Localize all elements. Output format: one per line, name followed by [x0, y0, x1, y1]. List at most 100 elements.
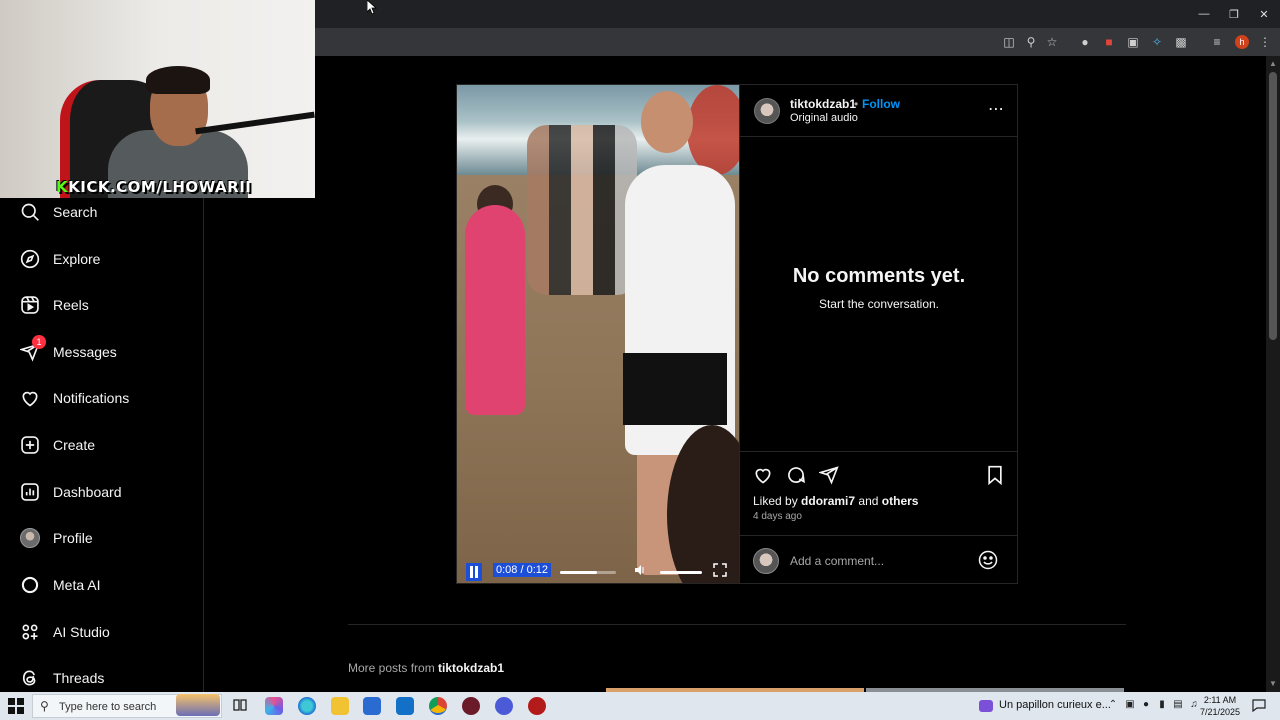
video-time: 0:08 / 0:12: [493, 563, 551, 577]
sidebar-item-label: Create: [53, 437, 96, 453]
streamer-hair: [146, 66, 210, 94]
bookmark-star-icon[interactable]: ☆: [1044, 34, 1060, 50]
taskbar-search-placeholder: Type here to search: [59, 701, 157, 713]
taskbar-notification-text[interactable]: Un papillon curieux e...: [999, 699, 1111, 711]
post-modal: 0:08 / 0:12 tiktokdzab1 • Follow Origina…: [456, 84, 1018, 584]
reading-list-icon[interactable]: ≡: [1209, 34, 1225, 50]
video-progress-bar[interactable]: [560, 571, 616, 574]
author-username[interactable]: tiktokdzab1: [790, 97, 856, 111]
video-controls: 0:08 / 0:12: [457, 557, 739, 583]
more-options-icon[interactable]: ⋯: [986, 99, 1006, 119]
microsoft-store-icon[interactable]: [363, 697, 381, 715]
video-person: [465, 205, 525, 415]
share-icon[interactable]: [818, 464, 840, 486]
volume-icon[interactable]: [633, 563, 647, 577]
restore-icon[interactable]: ❐: [1218, 0, 1250, 28]
instagram-sidebar: Search Explore Reels 1 Messages Notifica…: [0, 198, 204, 692]
app-icon[interactable]: [495, 697, 513, 715]
sidebar-item-notifications[interactable]: Notifications: [0, 378, 204, 418]
file-explorer-icon[interactable]: [331, 697, 349, 715]
streamer-webcam: KKICK.COM/LHOWARII: [0, 0, 315, 198]
liked-by-and: and: [858, 494, 879, 508]
notification-center-icon[interactable]: [1252, 698, 1266, 713]
browser-profile-avatar[interactable]: h: [1235, 35, 1249, 49]
original-audio-link[interactable]: Original audio: [790, 112, 858, 124]
sidebar-item-reels[interactable]: Reels: [0, 285, 204, 325]
network-icon[interactable]: ▤: [1172, 699, 1184, 711]
kick-k-letter: K: [56, 178, 69, 196]
more-posts-prefix: More posts from: [348, 661, 435, 675]
weather-widget-icon[interactable]: [176, 694, 220, 716]
liked-by-others[interactable]: others: [882, 494, 919, 508]
zoom-icon[interactable]: ⚲: [1023, 34, 1039, 50]
app-icon[interactable]: [462, 697, 480, 715]
save-bookmark-icon[interactable]: [984, 464, 1006, 486]
browser-menu-icon[interactable]: ⋮: [1257, 34, 1273, 50]
tray-icon[interactable]: ▣: [1124, 699, 1136, 711]
tray-icon[interactable]: ●: [1140, 699, 1152, 711]
app-icon[interactable]: [528, 697, 546, 715]
sidebar-item-dashboard[interactable]: Dashboard: [0, 472, 204, 512]
close-icon[interactable]: ✕: [1248, 0, 1280, 28]
section-divider: [348, 624, 1126, 625]
minimize-icon[interactable]: —: [1188, 0, 1220, 28]
profile-avatar: [20, 528, 40, 548]
sidebar-item-search[interactable]: Search: [0, 192, 204, 232]
windows-start-icon[interactable]: [8, 698, 24, 714]
extension-translate-icon[interactable]: ✧: [1149, 34, 1165, 50]
follow-button[interactable]: Follow: [862, 97, 900, 111]
chevron-up-icon[interactable]: ⌃: [1107, 699, 1119, 711]
sidebar-item-label: Messages: [53, 344, 117, 360]
adblock-icon[interactable]: ■: [1101, 34, 1117, 50]
post-timestamp: 4 days ago: [753, 511, 802, 522]
emoji-icon[interactable]: [978, 550, 998, 570]
video-surfboard: [687, 85, 739, 175]
volume-slider[interactable]: [660, 571, 702, 574]
author-avatar[interactable]: [754, 98, 780, 124]
sidebar-item-profile[interactable]: Profile: [0, 518, 204, 558]
pause-icon[interactable]: [466, 563, 482, 581]
taskbar-date[interactable]: 7/21/2025: [1200, 707, 1240, 717]
install-app-icon[interactable]: ◫: [1001, 34, 1017, 50]
sidebar-item-create[interactable]: Create: [0, 425, 204, 465]
fullscreen-icon[interactable]: [712, 562, 728, 578]
comment-input[interactable]: [790, 549, 970, 573]
taskbar-clock[interactable]: 2:11 AM: [1200, 695, 1240, 705]
windows-taskbar: ⚲ Type here to search Un papillon curieu…: [0, 692, 1280, 720]
threads-icon: [20, 668, 40, 688]
sidebar-item-meta-ai[interactable]: Meta AI: [0, 565, 204, 605]
sidebar-item-label: Meta AI: [53, 577, 101, 593]
like-heart-icon[interactable]: [752, 464, 774, 486]
sidebar-item-label: Profile: [53, 530, 93, 546]
sidebar-item-label: Threads: [53, 670, 105, 686]
video-crowd: [527, 125, 637, 295]
scroll-down-icon[interactable]: ▼: [1269, 680, 1277, 688]
sidebar-item-explore[interactable]: Explore: [0, 239, 204, 279]
search-icon: ⚲: [40, 699, 49, 713]
heart-icon: [20, 388, 40, 408]
edge-browser-icon[interactable]: [298, 697, 316, 715]
task-view-icon[interactable]: [232, 697, 250, 715]
extension-icon[interactable]: ▣: [1125, 34, 1141, 50]
sidebar-item-label: Explore: [53, 251, 101, 267]
comment-icon[interactable]: [785, 464, 807, 486]
sidebar-item-ai-studio[interactable]: AI Studio: [0, 612, 204, 652]
microphone-icon[interactable]: ▮: [1156, 699, 1168, 711]
copilot-icon[interactable]: [265, 697, 283, 715]
notification-app-icon: [979, 700, 993, 712]
extension-glasses-icon[interactable]: ●: [1077, 34, 1093, 50]
mouse-cursor-icon: [366, 0, 378, 15]
post-video[interactable]: 0:08 / 0:12: [457, 85, 739, 583]
chrome-icon[interactable]: [429, 697, 447, 715]
speaker-icon[interactable]: ♫: [1188, 699, 1200, 711]
puzzle-icon[interactable]: ▩: [1173, 34, 1189, 50]
scroll-up-icon[interactable]: ▲: [1269, 60, 1277, 68]
liked-by-user[interactable]: ddorami7: [801, 494, 855, 508]
scrollbar-thumb[interactable]: [1269, 72, 1277, 340]
more-posts-heading: More posts from tiktokdzab1: [348, 661, 504, 675]
more-posts-username[interactable]: tiktokdzab1: [438, 661, 504, 675]
liked-by-prefix: Liked by: [753, 494, 798, 508]
outlook-icon[interactable]: [396, 697, 414, 715]
sidebar-item-messages[interactable]: 1 Messages: [0, 332, 204, 372]
liked-by-text: Liked by ddorami7 and others: [753, 494, 918, 508]
